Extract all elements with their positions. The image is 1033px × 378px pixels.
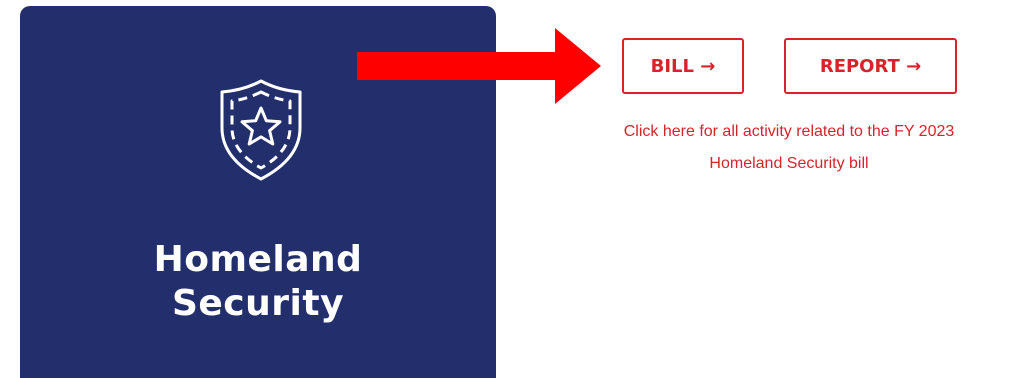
card-title-line-1: Homeland: [153, 239, 363, 280]
caption-line-1: Click here for all activity related to t…: [623, 123, 955, 140]
bill-caption: Click here for all activity related to t…: [560, 116, 1018, 180]
shield-star-icon: [220, 79, 302, 181]
right-arrow-icon: [357, 28, 601, 104]
card-title-line-2: Security: [171, 283, 345, 324]
bill-button[interactable]: BILL →: [622, 38, 744, 94]
caption-line-2: Homeland Security bill: [709, 155, 869, 172]
page: Homeland Security BILL → REPORT → Click …: [0, 0, 1033, 378]
card-title: Homeland Security: [20, 238, 496, 326]
report-button[interactable]: REPORT →: [784, 38, 957, 94]
